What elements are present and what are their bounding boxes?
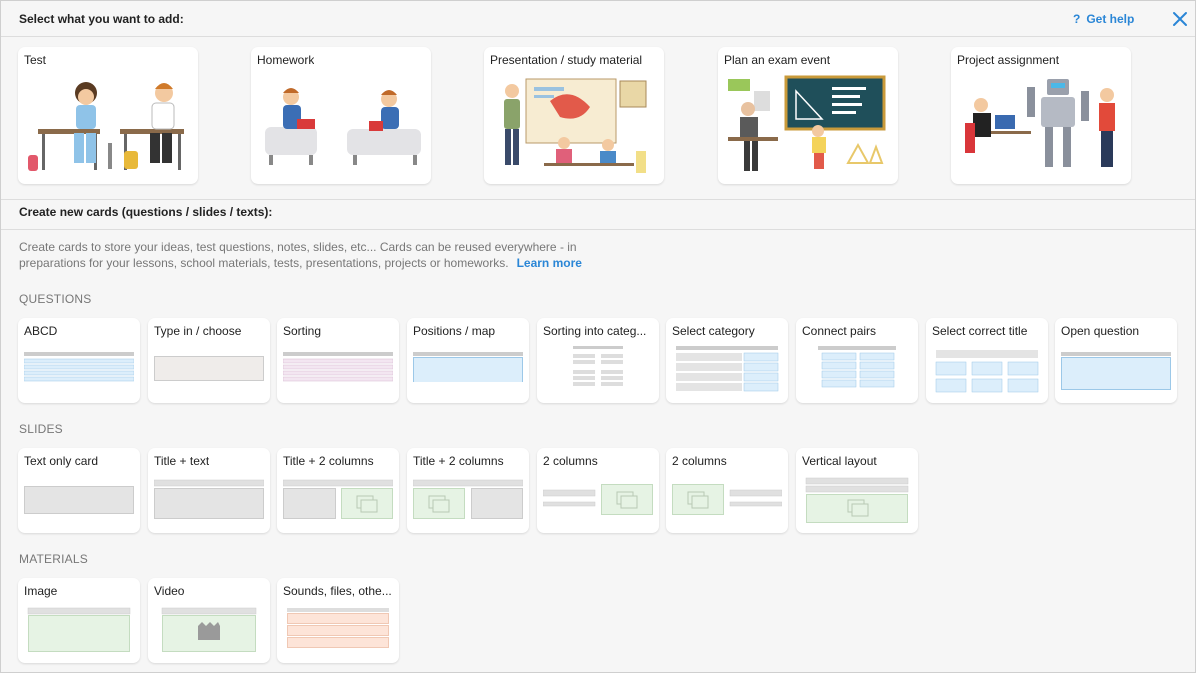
card-exam-event[interactable]: Plan an exam event [718,47,898,184]
card-video-label: Video [154,584,185,598]
card-connect-pairs[interactable]: Connect pairs [796,318,918,403]
card-image[interactable]: Image [18,578,140,663]
sounds-files-thumbnail [287,608,389,648]
card-sorting-into-categories[interactable]: Sorting into categ... [537,318,659,403]
two-columns-thumbnail [672,484,782,515]
card-type-in-choose-label: Type in / choose [154,324,242,338]
title-text-thumbnail [154,479,264,519]
card-select-category[interactable]: Select category [666,318,788,403]
card-title-text-label: Title + text [154,454,210,468]
card-image-label: Image [24,584,58,598]
select-category-thumbnail [676,346,779,392]
open-question-thumbnail [1061,352,1171,390]
materials-heading: MATERIALS [19,552,88,566]
card-sorting-into-categories-label: Sorting into categ... [543,324,647,338]
vertical-layout-thumbnail [805,477,909,523]
positions-map-thumbnail [413,352,523,382]
card-open-question-label: Open question [1061,324,1140,338]
card-exam-event-label: Plan an exam event [724,53,831,67]
card-vertical-layout-label: Vertical layout [802,454,877,468]
learn-more-link[interactable]: Learn more [517,256,582,270]
card-2-columns-text-image[interactable]: 2 columns [537,448,659,533]
description-text: Create cards to store your ideas, test q… [19,240,577,270]
two-columns-thumbnail [543,484,653,515]
video-thumbnail [161,607,257,652]
exam-event-illustration [728,75,886,171]
presentation-illustration [504,78,647,173]
card-vertical-layout[interactable]: Vertical layout [796,448,918,533]
title-2-columns-thumbnail [413,479,523,519]
card-select-correct-title[interactable]: Select correct title [926,318,1048,403]
card-open-question[interactable]: Open question [1055,318,1177,403]
card-title-2-columns-text-image[interactable]: Title + 2 columns [277,448,399,533]
card-sorting-label: Sorting [283,324,322,338]
get-help-label: Get help [1086,12,1135,26]
create-cards-title: Create new cards (questions / slides / t… [19,205,273,219]
image-thumbnail [27,607,131,652]
divider [1,199,1195,200]
project-assignment-illustration [965,79,1115,167]
card-project-assignment[interactable]: Project assignment [951,47,1131,184]
close-icon[interactable] [1171,10,1189,28]
card-abcd[interactable]: ABCD [18,318,140,403]
card-test[interactable]: Test [18,47,198,184]
card-video[interactable]: Video [148,578,270,663]
card-connect-pairs-label: Connect pairs [802,324,877,338]
divider [1,229,1195,230]
card-positions-map-label: Positions / map [413,324,496,338]
card-select-category-label: Select category [672,324,755,338]
sorting-categories-thumbnail [573,346,623,386]
card-title-text[interactable]: Title + text [148,448,270,533]
text-only-thumbnail [24,486,134,514]
slides-heading: SLIDES [19,422,63,436]
dialog-header: Select what you want to add: ? Get help [1,1,1195,37]
abcd-thumbnail [24,352,134,382]
card-presentation-label: Presentation / study material [490,53,643,67]
card-homework-label: Homework [257,53,315,67]
students-test-illustration [28,82,184,171]
card-homework[interactable]: Homework [251,47,431,184]
card-2-columns-label: 2 columns [672,454,727,468]
card-test-label: Test [24,53,47,67]
card-type-in-choose[interactable]: Type in / choose [148,318,270,403]
card-text-only[interactable]: Text only card [18,448,140,533]
card-presentation[interactable]: Presentation / study material [484,47,664,184]
help-icon: ? [1073,12,1081,26]
sorting-thumbnail [283,352,393,382]
card-positions-map[interactable]: Positions / map [407,318,529,403]
card-sounds-files-label: Sounds, files, othe... [283,584,392,598]
card-text-only-label: Text only card [24,454,99,468]
card-select-correct-title-label: Select correct title [932,324,1028,338]
card-2-columns-label: 2 columns [543,454,598,468]
dialog-title: Select what you want to add: [19,12,184,26]
card-title-2-columns-label: Title + 2 columns [413,454,504,468]
add-content-dialog: Select what you want to add: ? Get help T… [0,0,1196,673]
create-cards-description: Create cards to store your ideas, test q… [19,239,619,271]
card-title-2-columns-image-text[interactable]: Title + 2 columns [407,448,529,533]
card-title-2-columns-label: Title + 2 columns [283,454,374,468]
card-sounds-files[interactable]: Sounds, files, othe... [277,578,399,663]
select-title-thumbnail [935,350,1039,393]
connect-pairs-thumbnail [818,346,896,388]
title-2-columns-thumbnail [283,479,393,519]
questions-heading: QUESTIONS [19,292,92,306]
type-in-thumbnail [154,356,264,381]
get-help-link[interactable]: ? Get help [1073,12,1134,26]
homework-illustration [265,88,421,165]
card-2-columns-image-text[interactable]: 2 columns [666,448,788,533]
card-abcd-label: ABCD [24,324,58,338]
card-project-assignment-label: Project assignment [957,53,1060,67]
card-sorting[interactable]: Sorting [277,318,399,403]
